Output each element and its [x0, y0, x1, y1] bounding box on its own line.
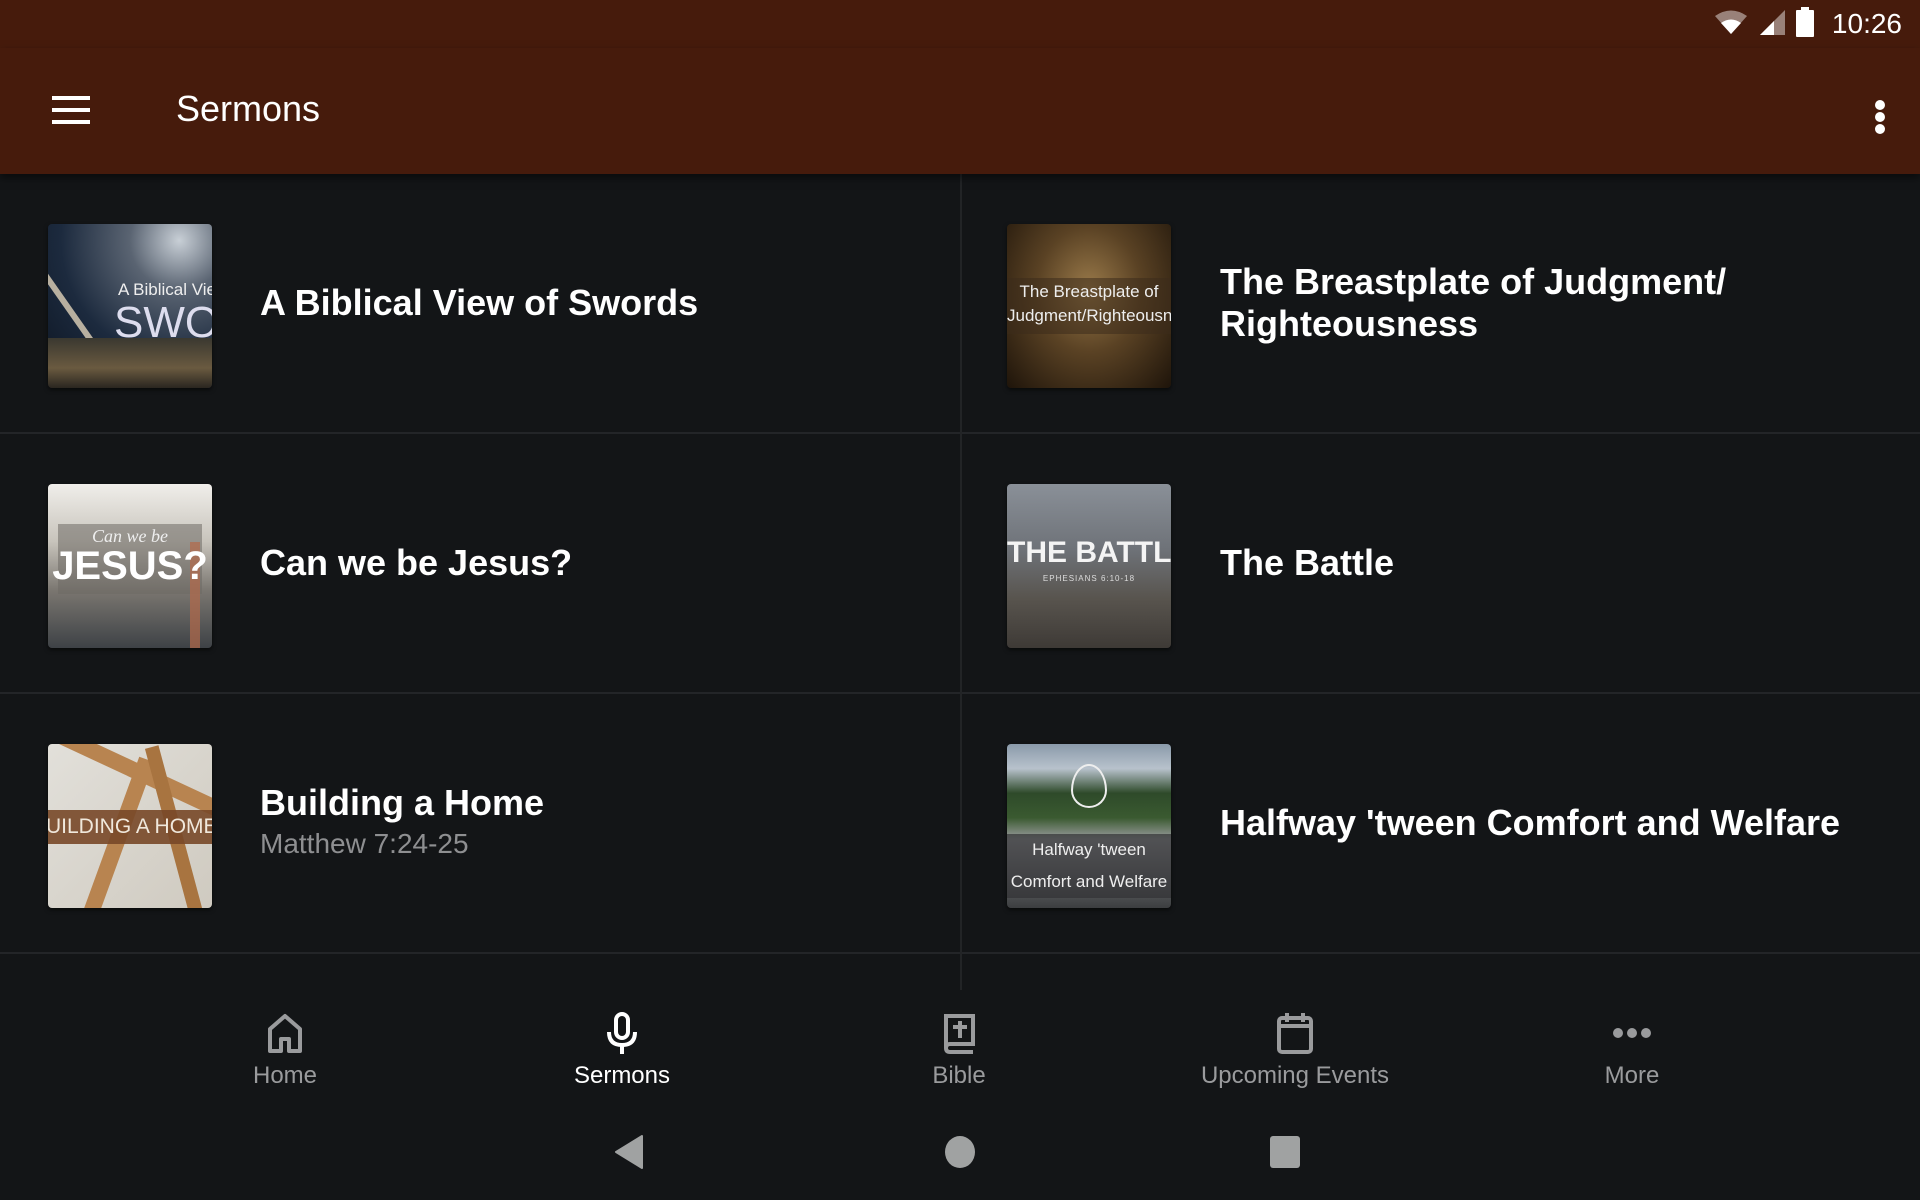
back-triangle-icon — [615, 1135, 643, 1169]
nav-tab-more[interactable]: More — [1522, 1008, 1742, 1098]
sermon-item[interactable]: BUILDING A HOME Building a Home Matthew … — [0, 694, 960, 954]
sermon-text: Halfway 'tween Comfort and Welfare — [1220, 694, 1880, 952]
cell-signal-icon — [1758, 8, 1786, 41]
thumbnail-text-line2: Comfort and Welfare — [1010, 872, 1168, 891]
bottom-navigation: Home Sermons Bible Upcoming Events More — [0, 990, 1920, 1110]
nav-label: Sermons — [573, 1062, 671, 1089]
system-navigation-bar — [0, 1110, 1920, 1200]
thumbnail-text-line1: The Breastplate of — [1019, 282, 1159, 301]
sermon-text: Can we be Jesus? — [260, 434, 940, 692]
thumbnail-text-line1: Halfway 'tween — [1032, 840, 1146, 859]
home-circle-icon — [945, 1136, 975, 1168]
sermon-text: Building a Home Matthew 7:24-25 — [260, 694, 940, 952]
sermon-thumbnail: BUILDING A HOME — [48, 744, 212, 908]
thumbnail-text-line2: Judgment/Righteousness — [1007, 306, 1171, 325]
sermon-thumbnail: Can we be JESUS? — [48, 484, 212, 648]
thumbnail-text-line2: EPHESIANS 6:10-18 — [1042, 574, 1136, 583]
battery-icon — [1795, 6, 1814, 42]
sermon-title: Building a Home — [260, 782, 545, 823]
home-icon — [175, 1008, 395, 1058]
more-vert-icon — [1875, 100, 1885, 110]
page-title: Sermons — [176, 88, 321, 129]
sermon-text: A Biblical View of Swords — [260, 174, 940, 432]
system-recents-button[interactable] — [1268, 1134, 1302, 1175]
sermon-title: The Breastplate of Judgment/ Righteousne… — [1220, 261, 1727, 344]
system-back-button[interactable] — [614, 1134, 646, 1175]
hamburger-menu-icon — [52, 96, 90, 100]
status-icons: 10:26 — [1714, 6, 1902, 42]
sermon-item[interactable]: Can we be JESUS? Can we be Jesus? — [0, 434, 960, 694]
sermon-thumbnail: A Biblical Vie SWOR — [48, 224, 212, 388]
calendar-icon — [1185, 1008, 1405, 1058]
nav-tab-upcoming-events[interactable]: Upcoming Events — [1185, 1008, 1405, 1098]
app-bar: Sermons — [0, 48, 1920, 174]
status-bar: 10:26 — [0, 0, 1920, 48]
map-pin-graphic — [1071, 764, 1107, 808]
sermon-text: The Battle — [1220, 434, 1880, 692]
sermon-thumbnail: The Breastplate of Judgment/Righteousnes… — [1007, 224, 1171, 388]
sermon-list: A Biblical Vie SWOR A Biblical View of S… — [0, 174, 1920, 990]
hamburger-line — [52, 108, 90, 112]
overflow-menu-button[interactable] — [1860, 88, 1900, 138]
recents-square-icon — [1270, 1136, 1300, 1168]
more-horiz-icon — [1522, 1008, 1742, 1058]
nav-tab-sermons[interactable]: Sermons — [512, 1008, 732, 1098]
hamburger-line — [52, 120, 90, 124]
sermon-title: Halfway 'tween Comfort and Welfare — [1220, 802, 1841, 843]
thumbnail-text-line1: THE BATTLE — [1007, 536, 1171, 569]
sermon-title: Can we be Jesus? — [260, 542, 573, 583]
sermon-title: The Battle — [1220, 542, 1395, 583]
sermon-scripture: Matthew 7:24-25 — [260, 828, 469, 859]
nav-label: Home — [252, 1062, 318, 1089]
thumbnail-text-line2: JESUS? — [52, 544, 208, 588]
nav-label: Bible — [932, 1062, 986, 1089]
more-vert-dot — [1875, 112, 1885, 122]
sermon-item[interactable]: THE BATTLE EPHESIANS 6:10-18 The Battle — [962, 434, 1920, 694]
hamburger-menu-button[interactable] — [40, 86, 104, 136]
nav-label: More — [1604, 1062, 1660, 1089]
sermon-text: The Breastplate of Judgment/ Righteousne… — [1220, 174, 1880, 432]
thumbnail-text-line1: A Biblical Vie — [118, 280, 212, 299]
nav-tab-bible[interactable]: Bible — [849, 1008, 1069, 1098]
sermon-item[interactable]: The Breastplate of Judgment/Righteousnes… — [962, 174, 1920, 434]
status-time: 10:26 — [1831, 8, 1902, 39]
sermon-item[interactable]: Halfway 'tween Comfort and Welfare Halfw… — [962, 694, 1920, 954]
microphone-icon — [512, 1008, 732, 1058]
wifi-icon — [1714, 9, 1748, 40]
sermon-thumbnail: Halfway 'tween Comfort and Welfare — [1007, 744, 1171, 908]
sermon-title: A Biblical View of Swords — [260, 282, 699, 323]
thumbnail-text-line2: SWOR — [114, 298, 212, 347]
nav-label: Upcoming Events — [1200, 1062, 1390, 1089]
bible-icon — [849, 1008, 1069, 1058]
nav-tab-home[interactable]: Home — [175, 1008, 395, 1098]
sermon-item[interactable]: A Biblical Vie SWOR A Biblical View of S… — [0, 174, 960, 434]
thumbnail-text-line1: BUILDING A HOME — [48, 815, 212, 838]
system-home-button[interactable] — [943, 1134, 977, 1175]
more-vert-dot — [1875, 124, 1885, 134]
sermon-thumbnail: THE BATTLE EPHESIANS 6:10-18 — [1007, 484, 1171, 648]
